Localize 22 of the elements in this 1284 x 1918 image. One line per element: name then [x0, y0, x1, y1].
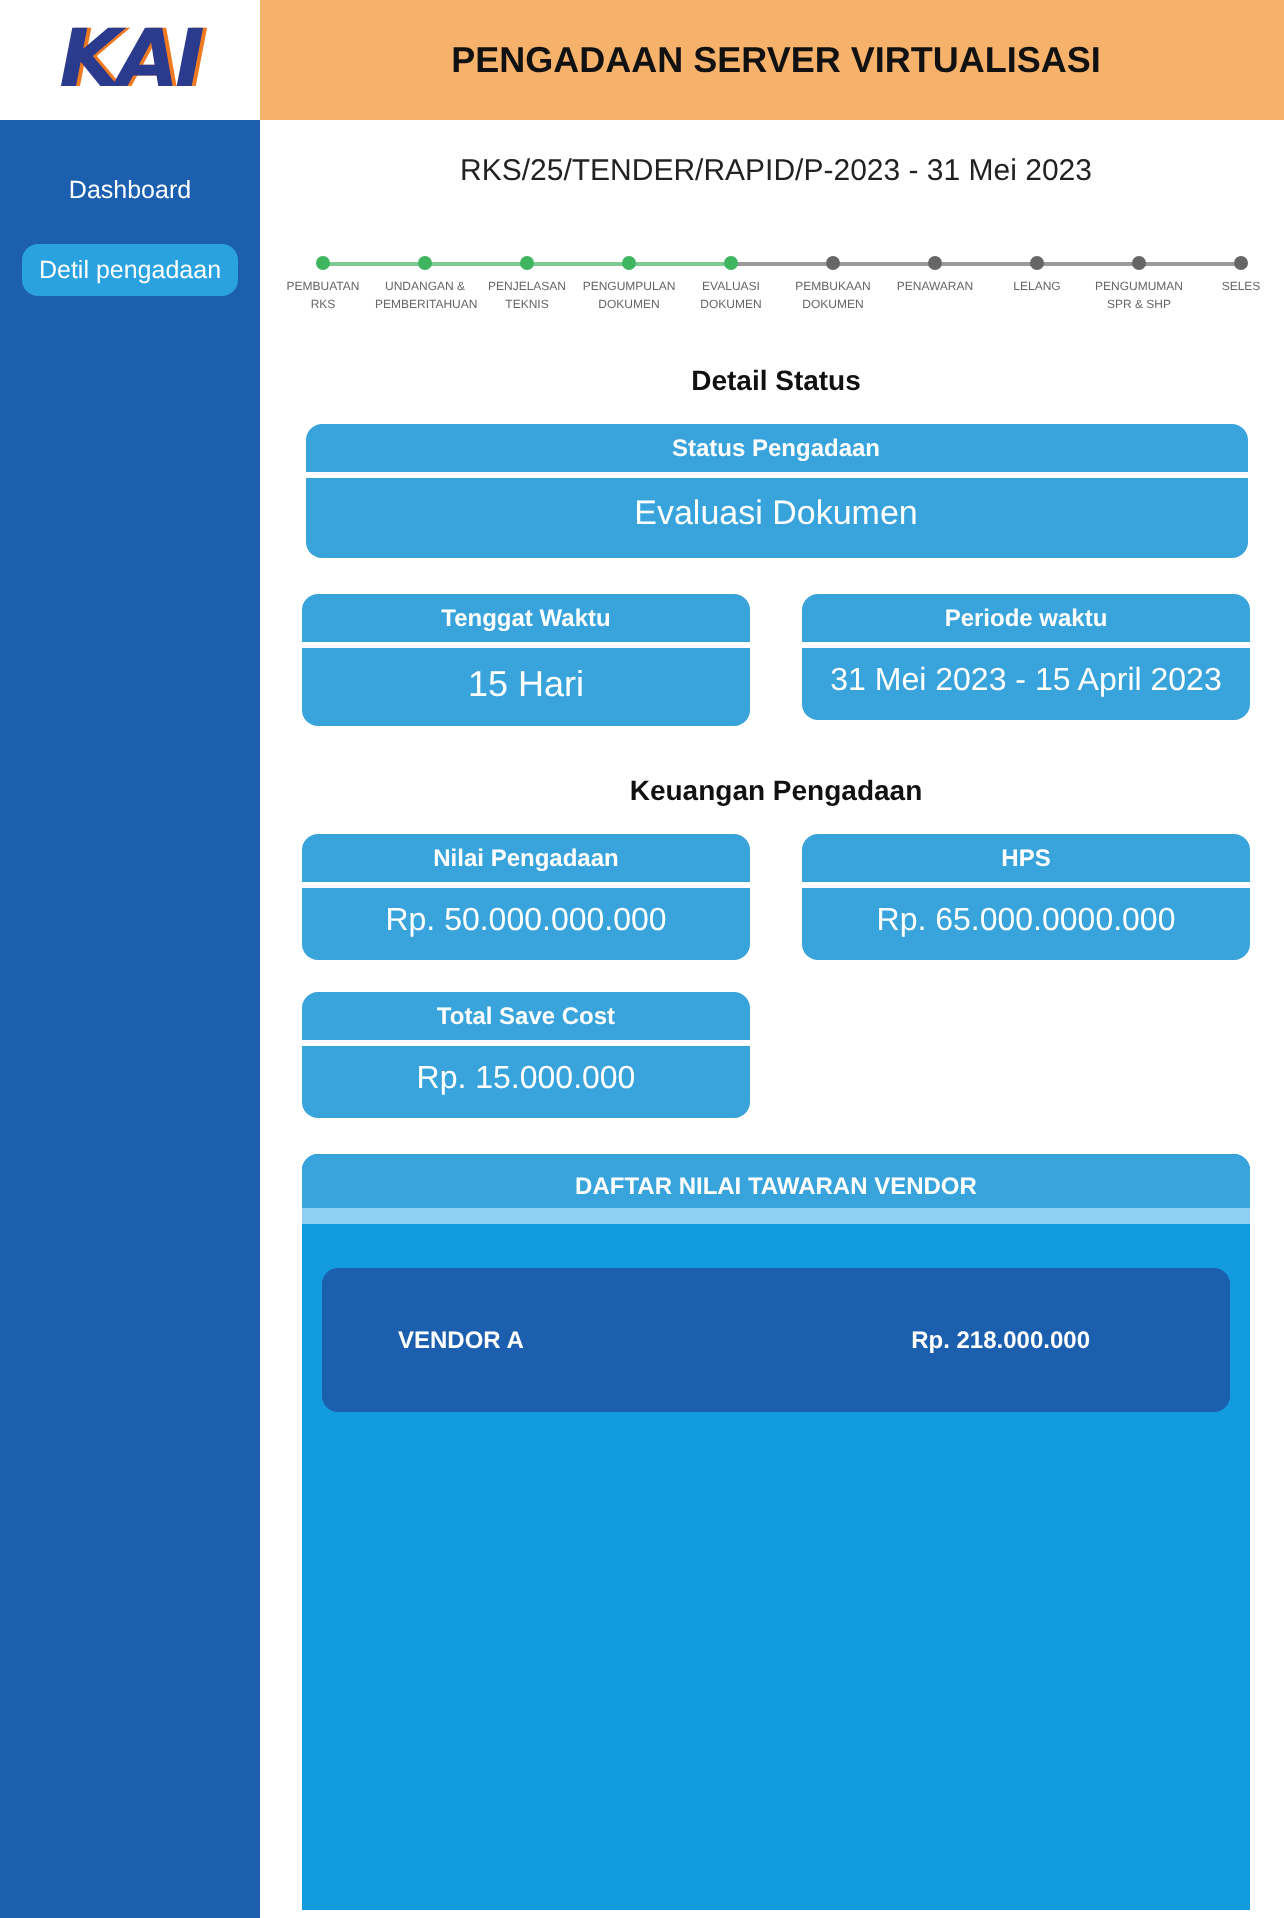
card-header: Tenggat Waktu: [302, 594, 750, 642]
reference-text: RKS/25/TENDER/RAPID/P-2023 - 31 Mei 2023: [460, 154, 1092, 188]
card-value: Rp. 65.000.0000.000: [802, 888, 1250, 960]
section-title: Detail Status: [691, 364, 861, 396]
panel-header: DAFTAR NILAI TAWARAN VENDOR: [302, 1154, 1250, 1208]
card-value: Rp. 15.000.000: [302, 1046, 750, 1118]
card-header: Nilai Pengadaan: [302, 834, 750, 882]
card-value: Rp. 50.000.000.000: [302, 888, 750, 960]
section-title: Keuangan Pengadaan: [629, 774, 923, 806]
card-header: HPS: [802, 834, 1250, 882]
card-value: Evaluasi Dokumen: [305, 478, 1247, 558]
logo: KAI: [59, 14, 201, 106]
card-value: 31 Mei 2023 - 15 April 2023: [802, 648, 1250, 720]
card-value: 15 Hari: [302, 648, 750, 726]
vendor-amount: Rp. 218.000.000: [911, 1326, 1090, 1354]
vendor-name: VENDOR A: [398, 1326, 524, 1354]
card-header: Total Save Cost: [302, 992, 750, 1040]
card-header: Status Pengadaan: [305, 424, 1247, 472]
card-header: Periode waktu: [802, 594, 1250, 642]
page-title: PENGADAAN SERVER VIRTUALISASI: [451, 39, 1101, 81]
vendor-row[interactable]: VENDOR A Rp. 218.000.000: [322, 1268, 1230, 1412]
sidebar-item[interactable]: Dashboard: [56, 164, 204, 216]
